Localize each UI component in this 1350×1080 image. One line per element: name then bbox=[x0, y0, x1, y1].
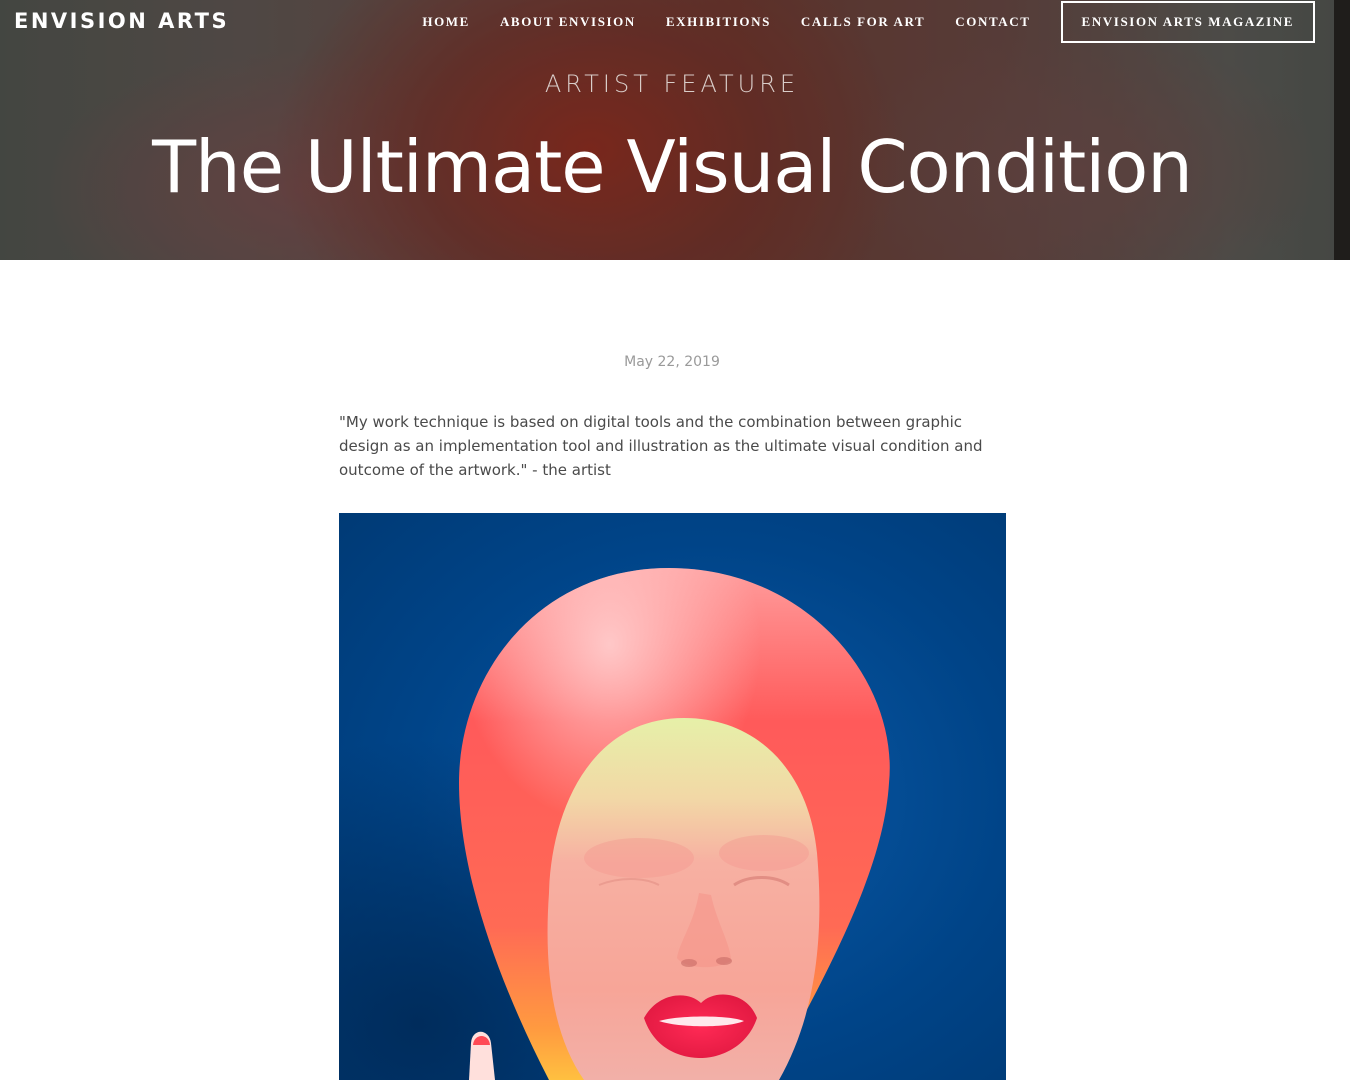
artwork-illustration bbox=[339, 513, 1006, 1080]
magazine-button[interactable]: ENVISION ARTS MAGAZINE bbox=[1060, 1, 1315, 43]
main-nav: HOME ABOUT ENVISION EXHIBITIONS CALLS FO… bbox=[422, 0, 1334, 44]
site-logo[interactable]: ENVISION ARTS bbox=[14, 9, 229, 33]
nav-item-calls-for-art[interactable]: CALLS FOR ART bbox=[801, 14, 925, 30]
post-category: ARTIST FEATURE bbox=[544, 70, 800, 98]
scrollbar-track bbox=[1334, 0, 1350, 260]
artist-quote: "My work technique is based on digital t… bbox=[339, 413, 983, 479]
artwork-image bbox=[339, 513, 1006, 1080]
hero-header: ENVISION ARTS HOME ABOUT ENVISION EXHIBI… bbox=[0, 0, 1334, 260]
nav-item-contact[interactable]: CONTACT bbox=[955, 14, 1030, 30]
post-date: May 22, 2019 bbox=[624, 354, 720, 370]
nav-item-exhibitions[interactable]: EXHIBITIONS bbox=[666, 14, 771, 30]
nav-item-about[interactable]: ABOUT ENVISION bbox=[500, 14, 636, 30]
nav-item-home[interactable]: HOME bbox=[422, 14, 470, 30]
page-title: The Ultimate Visual Condition bbox=[152, 125, 1193, 209]
page: ENVISION ARTS HOME ABOUT ENVISION EXHIBI… bbox=[0, 0, 1350, 1080]
